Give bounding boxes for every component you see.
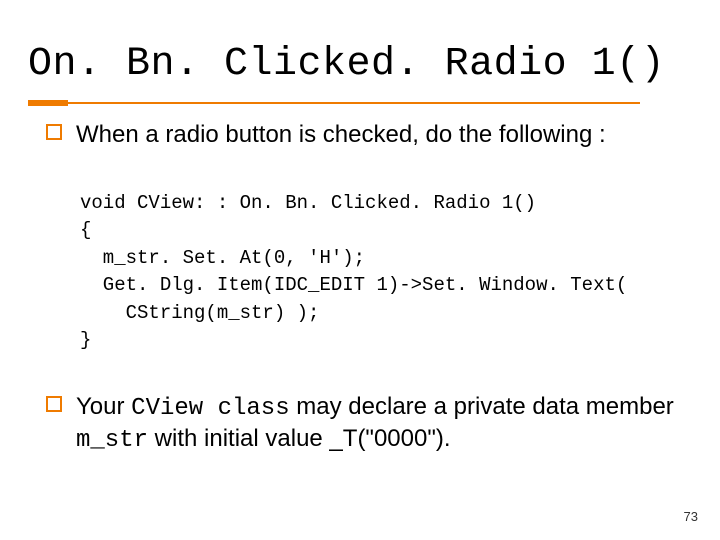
bullet-1-text: When a radio button is checked, do the f… [76,121,606,148]
slide-title: On. Bn. Clicked. Radio 1() [28,42,665,87]
code-line: Get. Dlg. Item(IDC_EDIT 1)->Set. Window.… [80,274,627,296]
bullet-1: When a radio button is checked, do the f… [46,120,686,150]
code-block: void CView: : On. Bn. Clicked. Radio 1()… [80,162,686,382]
slide: On. Bn. Clicked. Radio 1() When a radio … [0,0,720,540]
code-line: { [80,219,91,241]
bullet-2: Your CView class may declare a private d… [46,392,686,456]
page-number: 73 [684,509,698,524]
bullet-2-seg-2: may declare a private data member [290,393,674,420]
code-line: m_str. Set. At(0, 'H'); [80,247,365,269]
bullet-2-seg-4: with initial value _T("0000"). [148,425,451,452]
bullet-2-seg-3: m_str [76,427,148,454]
code-line: void CView: : On. Bn. Clicked. Radio 1() [80,192,536,214]
title-rule [28,102,640,104]
bullet-2-seg-1: CView class [131,395,289,422]
bullet-icon [46,124,62,140]
code-line: CString(m_str) ); [80,302,319,324]
slide-body: When a radio button is checked, do the f… [46,120,686,468]
bullet-2-seg-0: Your [76,393,131,420]
bullet-icon [46,396,62,412]
code-line: } [80,329,91,351]
